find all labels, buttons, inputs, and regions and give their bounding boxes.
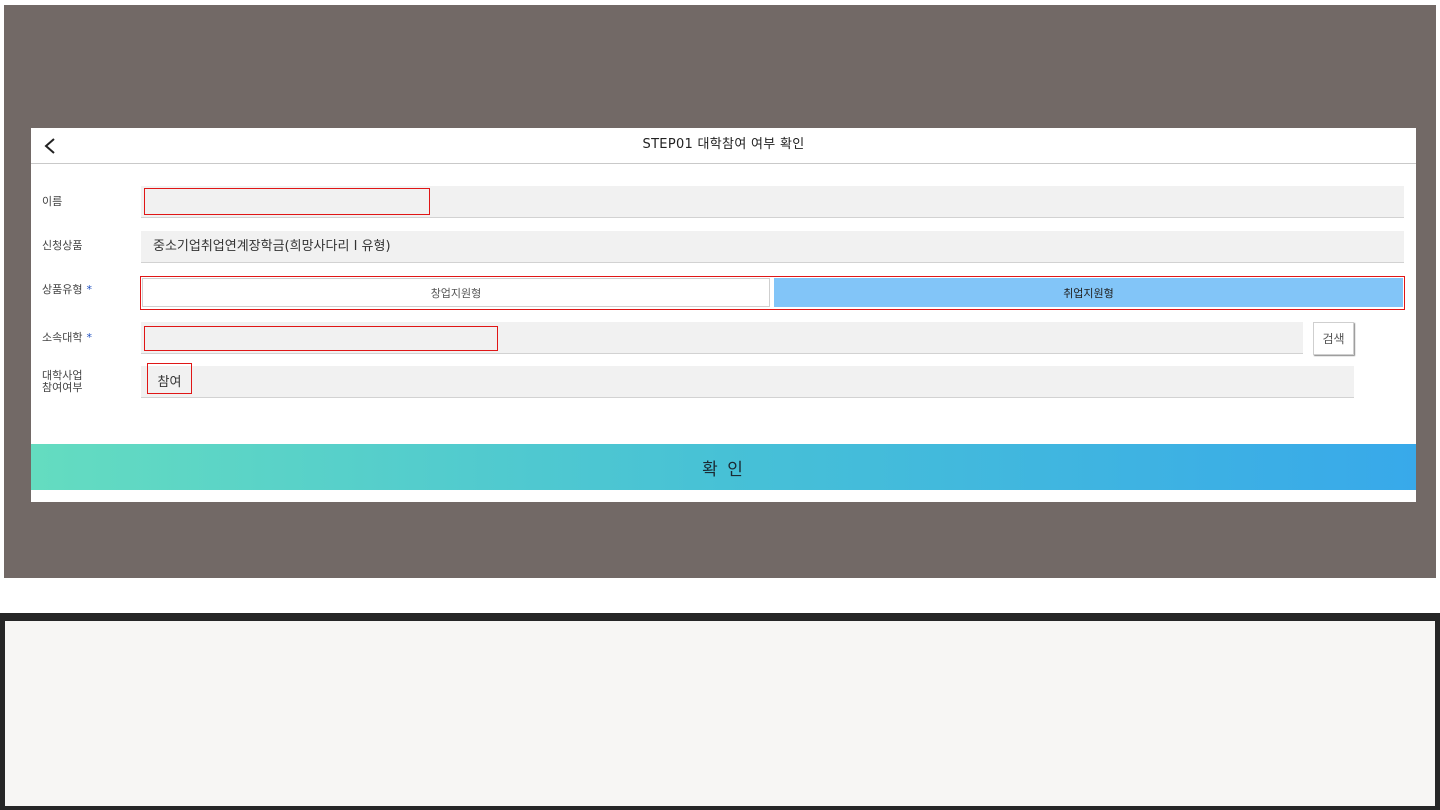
product-label: 신청상품 xyxy=(42,239,83,252)
university-input-wrap xyxy=(144,326,498,351)
university-label-text: 소속대학 xyxy=(42,331,83,344)
product-type-option-startup[interactable]: 창업지원형 xyxy=(142,278,770,307)
product-type-toggle: 창업지원형 취업지원형 xyxy=(140,276,1405,310)
required-mark: * xyxy=(86,283,92,296)
participation-value: 참여 xyxy=(147,363,192,394)
participation-check-modal: STEP01 대학참여 여부 확인 이름 신청상품 중소기업취업연계장학금(희망… xyxy=(31,128,1416,502)
required-mark: * xyxy=(86,331,92,344)
product-type-label: 상품유형 * xyxy=(42,284,92,296)
modal-backdrop: STEP01 대학참여 여부 확인 이름 신청상품 중소기업취업연계장학금(희망… xyxy=(4,5,1436,578)
name-input-wrap xyxy=(144,188,430,215)
bottom-panel xyxy=(5,621,1435,806)
university-input[interactable] xyxy=(145,327,497,350)
participation-label: 대학사업 참여여부 xyxy=(42,370,82,394)
modal-title: STEP01 대학참여 여부 확인 xyxy=(642,137,805,152)
university-label: 소속대학 * xyxy=(42,332,92,344)
divider-strip xyxy=(0,586,1440,613)
search-button[interactable]: 검색 xyxy=(1313,322,1354,355)
product-type-label-text: 상품유형 xyxy=(42,283,83,296)
product-type-option-employment[interactable]: 취업지원형 xyxy=(774,278,1403,307)
participation-label-line2: 참여여부 xyxy=(42,381,83,394)
participation-field xyxy=(141,366,1354,398)
confirm-button[interactable]: 확 인 xyxy=(31,444,1416,490)
bottom-frame xyxy=(0,613,1440,810)
name-label: 이름 xyxy=(42,195,63,208)
product-field: 중소기업취업연계장학금(희망사다리 I 유형) xyxy=(141,231,1404,263)
name-input[interactable] xyxy=(145,189,429,214)
modal-header: STEP01 대학참여 여부 확인 xyxy=(31,128,1416,164)
chevron-left-icon xyxy=(44,138,55,154)
product-value: 중소기업취업연계장학금(희망사다리 I 유형) xyxy=(153,239,391,254)
back-button[interactable] xyxy=(37,133,63,159)
